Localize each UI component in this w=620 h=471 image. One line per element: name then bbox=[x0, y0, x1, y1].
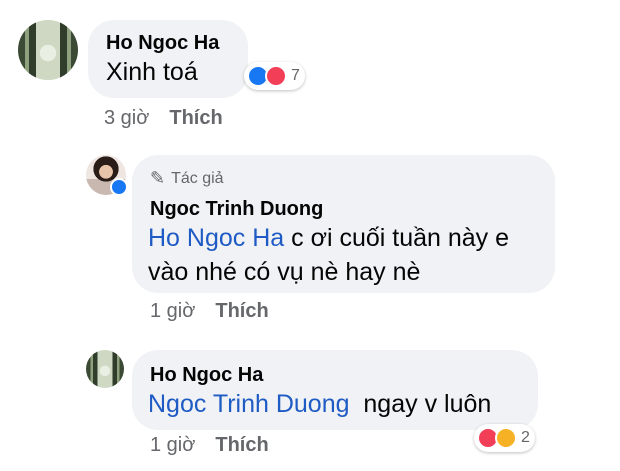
avatar[interactable] bbox=[18, 20, 78, 80]
comment-text: Ngoc Trinh Duong ngay v luôn bbox=[148, 390, 491, 419]
reaction-summary[interactable]: 7 bbox=[244, 62, 305, 90]
love-reaction-icon bbox=[265, 65, 287, 87]
reaction-count: 2 bbox=[521, 429, 530, 446]
like-button[interactable]: Thích bbox=[215, 300, 268, 322]
comment-text: c ơi cuối tuần này e bbox=[284, 224, 510, 252]
comment-text-line-2: vào nhé có vụ nè hay nè bbox=[148, 258, 421, 286]
comment-time[interactable]: 1 giờ bbox=[150, 300, 195, 322]
like-button[interactable]: Thích bbox=[169, 107, 222, 129]
mention-link[interactable]: Ngoc Trinh Duong bbox=[148, 390, 350, 418]
comment-meta: 1 giờ Thích bbox=[150, 300, 269, 323]
comment-text-line-1: Ho Ngoc Ha c ơi cuối tuần này e bbox=[148, 224, 509, 253]
comment-text: Xinh toá bbox=[106, 58, 198, 86]
comment-time[interactable]: 3 giờ bbox=[104, 107, 149, 129]
care-reaction-icon bbox=[495, 427, 517, 449]
comment-author[interactable]: Ho Ngoc Ha bbox=[106, 32, 219, 55]
pencil-icon: ✎ bbox=[150, 168, 166, 188]
reaction-summary[interactable]: 2 bbox=[474, 424, 535, 452]
comment-meta: 1 giờ Thích bbox=[150, 434, 269, 457]
comment-meta: 3 giờ Thích bbox=[104, 107, 223, 130]
comment-text-body: ngay v luôn bbox=[349, 390, 492, 418]
verified-badge-icon bbox=[110, 178, 128, 196]
mention-link[interactable]: Ho Ngoc Ha bbox=[148, 224, 284, 252]
comment-author[interactable]: Ho Ngoc Ha bbox=[150, 364, 263, 387]
comment-author[interactable]: Ngoc Trinh Duong bbox=[150, 198, 323, 221]
comment-time[interactable]: 1 giờ bbox=[150, 434, 195, 456]
author-badge-label: Tác giả bbox=[171, 169, 224, 187]
author-tag: ✎ Tác giả bbox=[150, 168, 224, 189]
reaction-count: 7 bbox=[291, 67, 300, 84]
avatar[interactable] bbox=[86, 350, 124, 388]
like-button[interactable]: Thích bbox=[215, 434, 268, 456]
